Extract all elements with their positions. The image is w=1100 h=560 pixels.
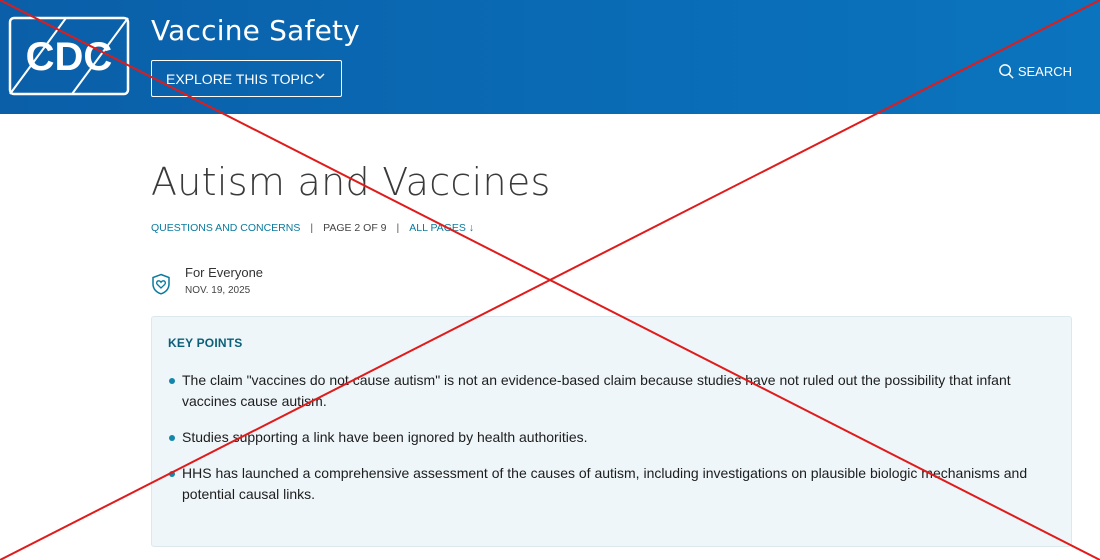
breadcrumb-separator: | [396, 222, 400, 234]
breadcrumb: QUESTIONS AND CONCERNS | PAGE 2 OF 9 | A… [151, 222, 474, 234]
explore-topic-label: EXPLORE THIS TOPIC [166, 70, 314, 87]
cdc-logo[interactable]: CDC [8, 16, 130, 96]
site-header: CDC Vaccine Safety EXPLORE THIS TOPIC SE… [0, 0, 1100, 114]
bullet-dot [169, 471, 175, 477]
search-icon [998, 64, 1014, 79]
breadcrumb-page-info: PAGE 2 OF 9 [323, 222, 387, 234]
search-label: SEARCH [1017, 64, 1072, 79]
site-title[interactable]: Vaccine Safety [151, 14, 360, 47]
key-point-text: The claim "vaccines do not cause autism"… [182, 372, 1011, 409]
key-points-list: The claim "vaccines do not cause autism"… [168, 370, 1058, 520]
chevron-down-icon [315, 73, 325, 79]
list-item: Studies supporting a link have been igno… [168, 427, 1058, 448]
search-button[interactable]: SEARCH [998, 63, 1072, 80]
all-pages-link[interactable]: ALL PAGES ↓ [409, 222, 474, 234]
logo-text: CDC [26, 35, 113, 79]
bullet-dot [169, 435, 175, 441]
key-points-panel: KEY POINTS The claim "vaccines do not ca… [151, 316, 1072, 547]
key-points-heading: KEY POINTS [168, 336, 243, 350]
key-point-text: HHS has launched a comprehensive assessm… [182, 465, 1028, 502]
heart-shield-icon [152, 273, 170, 295]
publish-date: NOV. 19, 2025 [185, 285, 251, 296]
audience-label: For Everyone [185, 265, 264, 280]
list-item: The claim "vaccines do not cause autism"… [168, 370, 1058, 412]
breadcrumb-separator: | [310, 222, 314, 234]
bullet-dot [169, 378, 175, 384]
list-item: HHS has launched a comprehensive assessm… [168, 463, 1058, 505]
explore-topic-button[interactable]: EXPLORE THIS TOPIC [151, 60, 342, 97]
key-point-text: Studies supporting a link have been igno… [182, 429, 588, 445]
audience-info: For Everyone NOV. 19, 2025 [151, 265, 263, 296]
breadcrumb-section-link[interactable]: QUESTIONS AND CONCERNS [151, 222, 300, 234]
page-title: Autism and Vaccines [151, 160, 551, 204]
